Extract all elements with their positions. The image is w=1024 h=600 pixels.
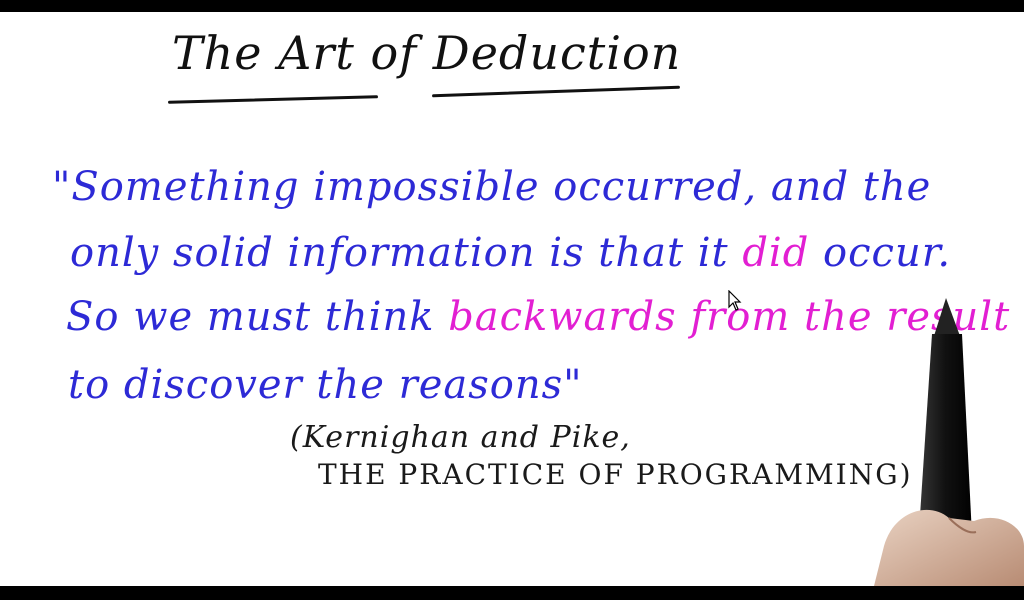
citation-book: THE PRACTICE OF PROGRAMMING): [318, 458, 913, 491]
title-underline-right: [432, 85, 680, 98]
quote-line-4: to discover the reasons": [68, 362, 583, 408]
lecture-board: The Art of Deduction "Something impossib…: [0, 12, 1024, 586]
quote-line-3-start: So we must think: [66, 294, 449, 340]
pen-icon: [874, 296, 1024, 586]
quote-line-3: So we must think backwards from the resu…: [66, 294, 1010, 340]
quote-line-2-start: only solid information is that it: [70, 230, 743, 276]
page-title: The Art of Deduction: [172, 26, 682, 80]
quote-emphasis-did: did: [742, 230, 810, 276]
quote-line-2: only solid information is that it did oc…: [70, 230, 951, 276]
quote-line-1: "Something impossible occurred, and the: [52, 164, 932, 210]
quote-line-2-end: occur.: [809, 230, 952, 276]
title-underline-left: [167, 95, 379, 104]
citation-authors: (Kernighan and Pike,: [290, 420, 631, 455]
